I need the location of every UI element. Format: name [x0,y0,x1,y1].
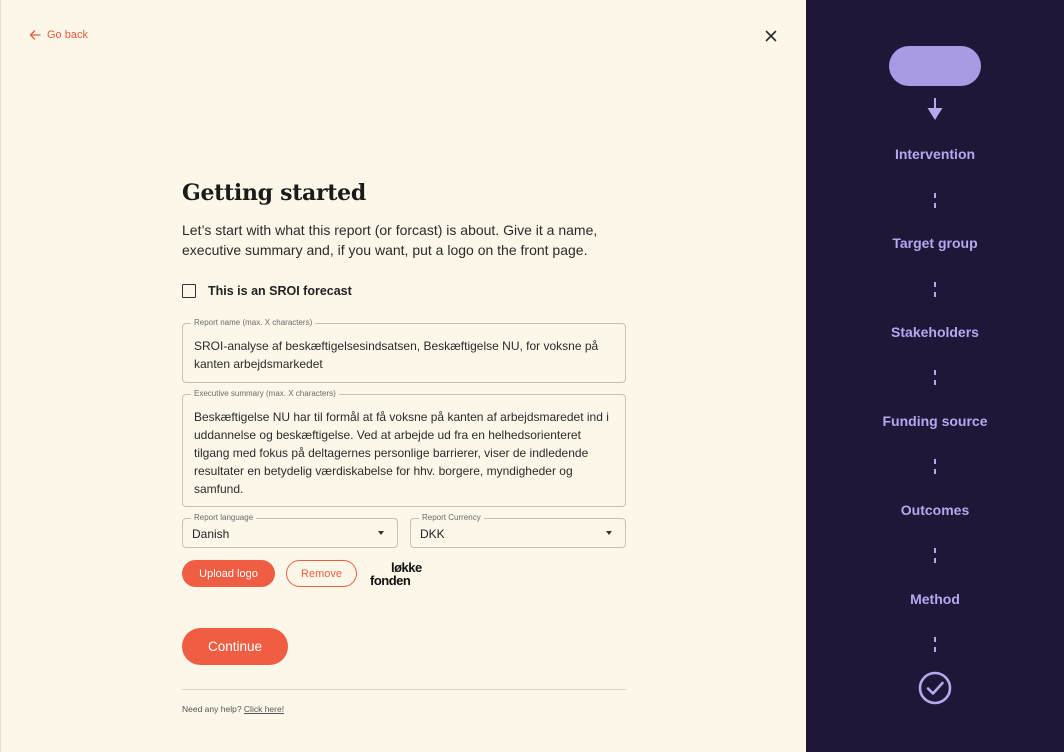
current-step-pill[interactable] [889,46,981,86]
help-link[interactable]: Click here! [244,704,284,714]
arrow-left-icon [29,30,41,40]
report-currency-value: DKK [420,527,445,541]
step-connector [934,637,936,657]
report-currency-label: Report Currency [419,513,484,522]
main-panel: Go back Getting started Let’s start with… [0,0,806,752]
caret-down-icon [606,531,612,535]
step-target-group[interactable]: Target group [806,235,1064,251]
report-name-value[interactable]: SROI-analyse af beskæftigelsesindsatsen,… [183,324,625,383]
help-label: Need any help? [182,704,242,714]
executive-summary-value[interactable]: Beskæftigelse NU har til formål at få vo… [183,395,625,508]
go-back-link[interactable]: Go back [29,29,88,41]
step-funding-source[interactable]: Funding source [806,413,1064,429]
caret-down-icon [378,531,384,535]
report-currency-select[interactable]: Report Currency DKK [410,513,626,548]
close-icon[interactable] [763,28,779,44]
intro-text: Let’s start with what this report (or fo… [182,222,598,258]
form-container: Getting started Let’s start with what th… [182,180,626,714]
page-title: Getting started [182,180,366,206]
uploaded-logo: løkke fonden [370,560,428,590]
step-outcomes[interactable]: Outcomes [806,502,1064,518]
step-connector [934,282,936,302]
checkbox-box[interactable] [182,284,196,298]
help-text: Need any help? Click here! [182,704,284,714]
step-connector [934,459,936,479]
step-method[interactable]: Method [806,591,1064,607]
report-name-label: Report name (max. X characters) [191,318,316,327]
executive-summary-label: Executive summary (max. X characters) [191,389,339,398]
app-root: Go back Getting started Let’s start with… [0,0,1064,752]
report-language-select[interactable]: Report language Danish [182,513,398,548]
divider [182,689,626,690]
progress-sidebar: Intervention Target group Stakeholders F… [806,0,1064,752]
step-stakeholders[interactable]: Stakeholders [806,324,1064,340]
step-connector [934,548,936,568]
logo-line-2: fonden [370,573,411,588]
continue-button[interactable]: Continue [182,628,288,665]
step-connector [934,370,936,390]
arrow-down-icon [927,98,943,120]
sroi-forecast-checkbox[interactable]: This is an SROI forecast [182,284,352,298]
go-back-label: Go back [47,29,88,41]
check-circle-icon [918,671,952,705]
executive-summary-field[interactable]: Executive summary (max. X characters) Be… [182,389,626,508]
report-language-label: Report language [191,513,257,522]
report-language-value: Danish [192,527,230,541]
report-name-field[interactable]: Report name (max. X characters) SROI-ana… [182,318,626,383]
upload-logo-button[interactable]: Upload logo [182,560,275,587]
remove-logo-button[interactable]: Remove [286,560,357,587]
sroi-forecast-label: This is an SROI forecast [208,284,352,298]
step-intervention[interactable]: Intervention [806,146,1064,162]
step-connector [934,193,936,213]
